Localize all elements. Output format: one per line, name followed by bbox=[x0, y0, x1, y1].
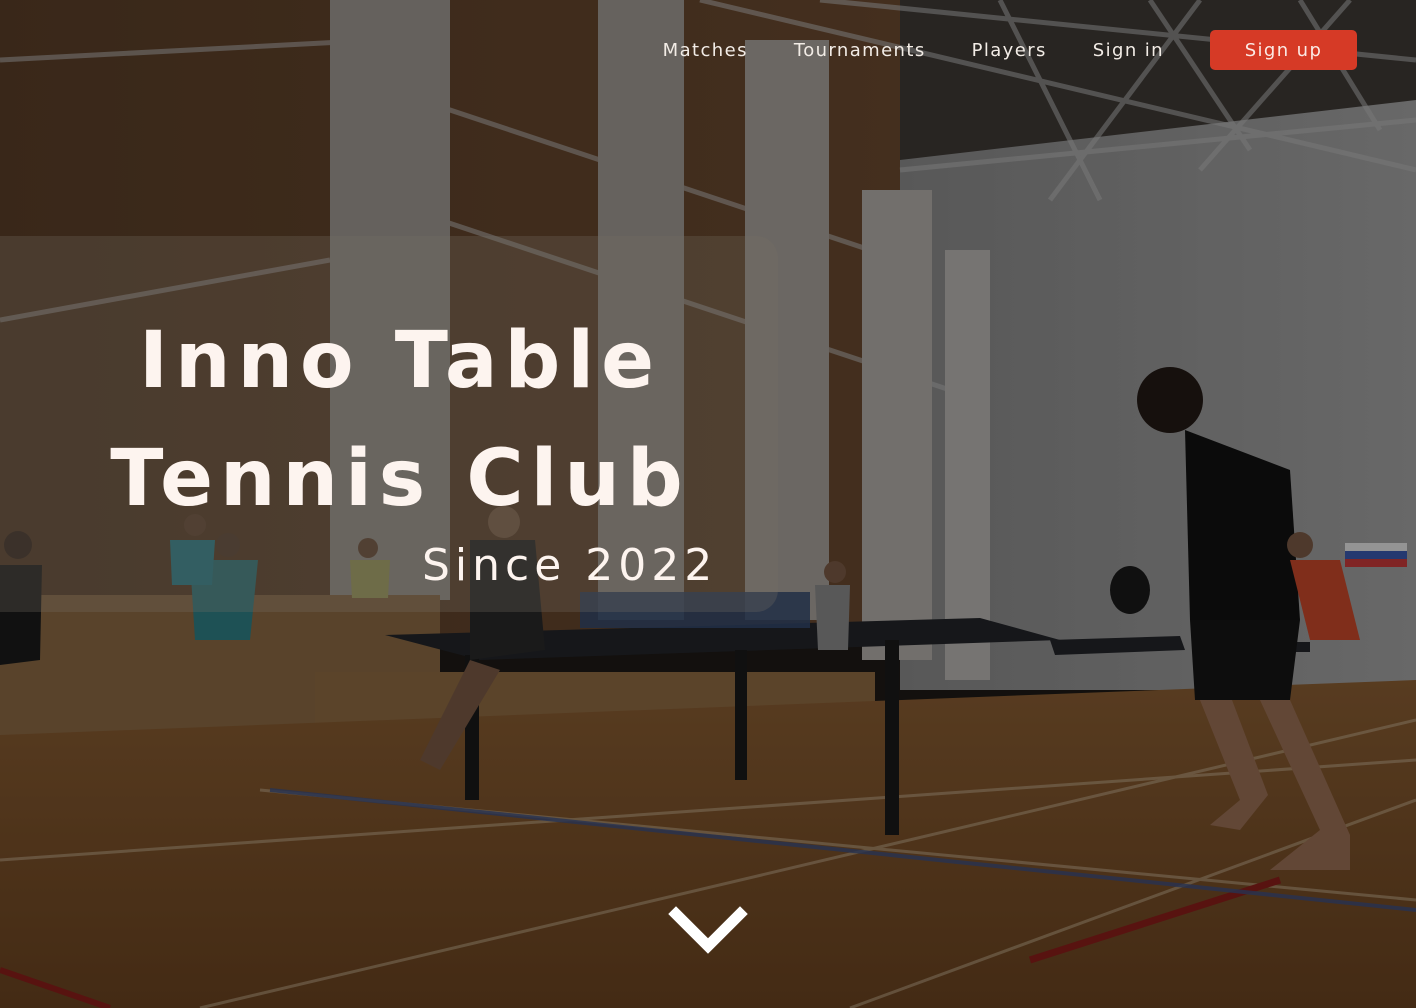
nav-link-matches[interactable]: Matches bbox=[663, 40, 748, 61]
hero-title: Inno Table Tennis Club bbox=[60, 302, 740, 538]
sign-up-button[interactable]: Sign up bbox=[1210, 30, 1357, 70]
hero-title-line-2: Tennis Club bbox=[110, 434, 690, 524]
chevron-down-icon[interactable] bbox=[668, 904, 748, 960]
nav-link-tournaments[interactable]: Tournaments bbox=[794, 40, 926, 61]
nav-link-players[interactable]: Players bbox=[972, 40, 1047, 61]
hero-title-line-1: Inno Table bbox=[138, 316, 662, 406]
top-nav: Matches Tournaments Players Sign in Sign… bbox=[663, 30, 1357, 70]
hero-subtitle-since: Since 2022 bbox=[422, 540, 718, 591]
nav-link-sign-in[interactable]: Sign in bbox=[1093, 40, 1164, 61]
hero-section: Matches Tournaments Players Sign in Sign… bbox=[0, 0, 1416, 1008]
